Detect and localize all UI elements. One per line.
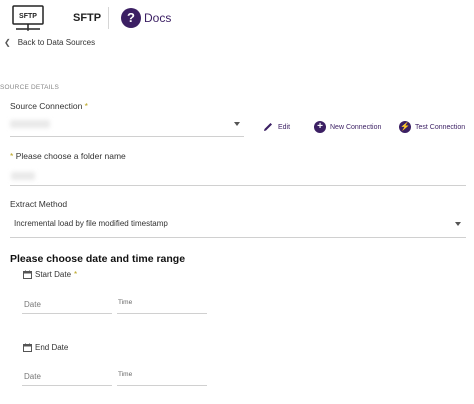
plus-circle-icon: +: [314, 121, 326, 133]
section-label: SOURCE DETAILS: [0, 84, 60, 91]
dropdown-caret-icon[interactable]: [455, 222, 461, 226]
end-time-underline: [117, 385, 207, 386]
svg-text:SFTP: SFTP: [19, 13, 37, 20]
docs-link[interactable]: Docs: [144, 11, 171, 25]
end-date-underline: [22, 385, 112, 386]
date-range-heading: Please choose date and time range: [10, 253, 186, 265]
question-circle-icon[interactable]: ?: [121, 8, 141, 28]
start-date-label: Start Date *: [23, 270, 77, 279]
sftp-logo: SFTP: [12, 5, 44, 32]
folder-name-underline: [10, 185, 466, 186]
pencil-icon: [264, 123, 272, 131]
calendar-icon: [23, 270, 32, 279]
dropdown-caret-icon[interactable]: [234, 122, 240, 126]
required-marker: *: [74, 270, 78, 279]
calendar-icon: [23, 343, 32, 352]
start-time-input[interactable]: Time: [118, 299, 132, 306]
source-connection-label: Source Connection *: [10, 101, 88, 111]
folder-name-label: * Please choose a folder name: [10, 151, 126, 161]
end-date-label: End Date: [23, 343, 68, 352]
extract-method-underline: [10, 237, 466, 238]
back-label: Back to Data Sources: [17, 38, 96, 47]
edit-connection-button[interactable]: Edit: [262, 121, 290, 133]
lightning-circle-icon: ⚡: [399, 121, 411, 133]
start-date-input[interactable]: Date: [24, 300, 41, 309]
header-divider: [108, 7, 109, 29]
end-date-input[interactable]: Date: [24, 372, 41, 381]
source-connection-select[interactable]: [10, 120, 50, 128]
new-connection-button[interactable]: + New Connection: [314, 121, 381, 133]
app-title: SFTP: [73, 12, 102, 24]
required-marker: *: [84, 101, 88, 111]
end-time-input[interactable]: Time: [118, 371, 132, 378]
start-date-underline: [22, 313, 112, 314]
test-connection-button[interactable]: ⚡ Test Connection: [399, 121, 465, 133]
required-marker: *: [10, 151, 14, 161]
folder-name-input[interactable]: [11, 172, 35, 180]
back-to-data-sources-link[interactable]: ❮ Back to Data Sources: [4, 38, 95, 47]
start-time-underline: [117, 313, 207, 314]
extract-method-label: Extract Method: [10, 199, 68, 209]
chevron-left-icon: ❮: [4, 38, 11, 47]
extract-method-select[interactable]: Incremental load by file modified timest…: [14, 219, 168, 228]
source-connection-underline: [10, 136, 244, 137]
